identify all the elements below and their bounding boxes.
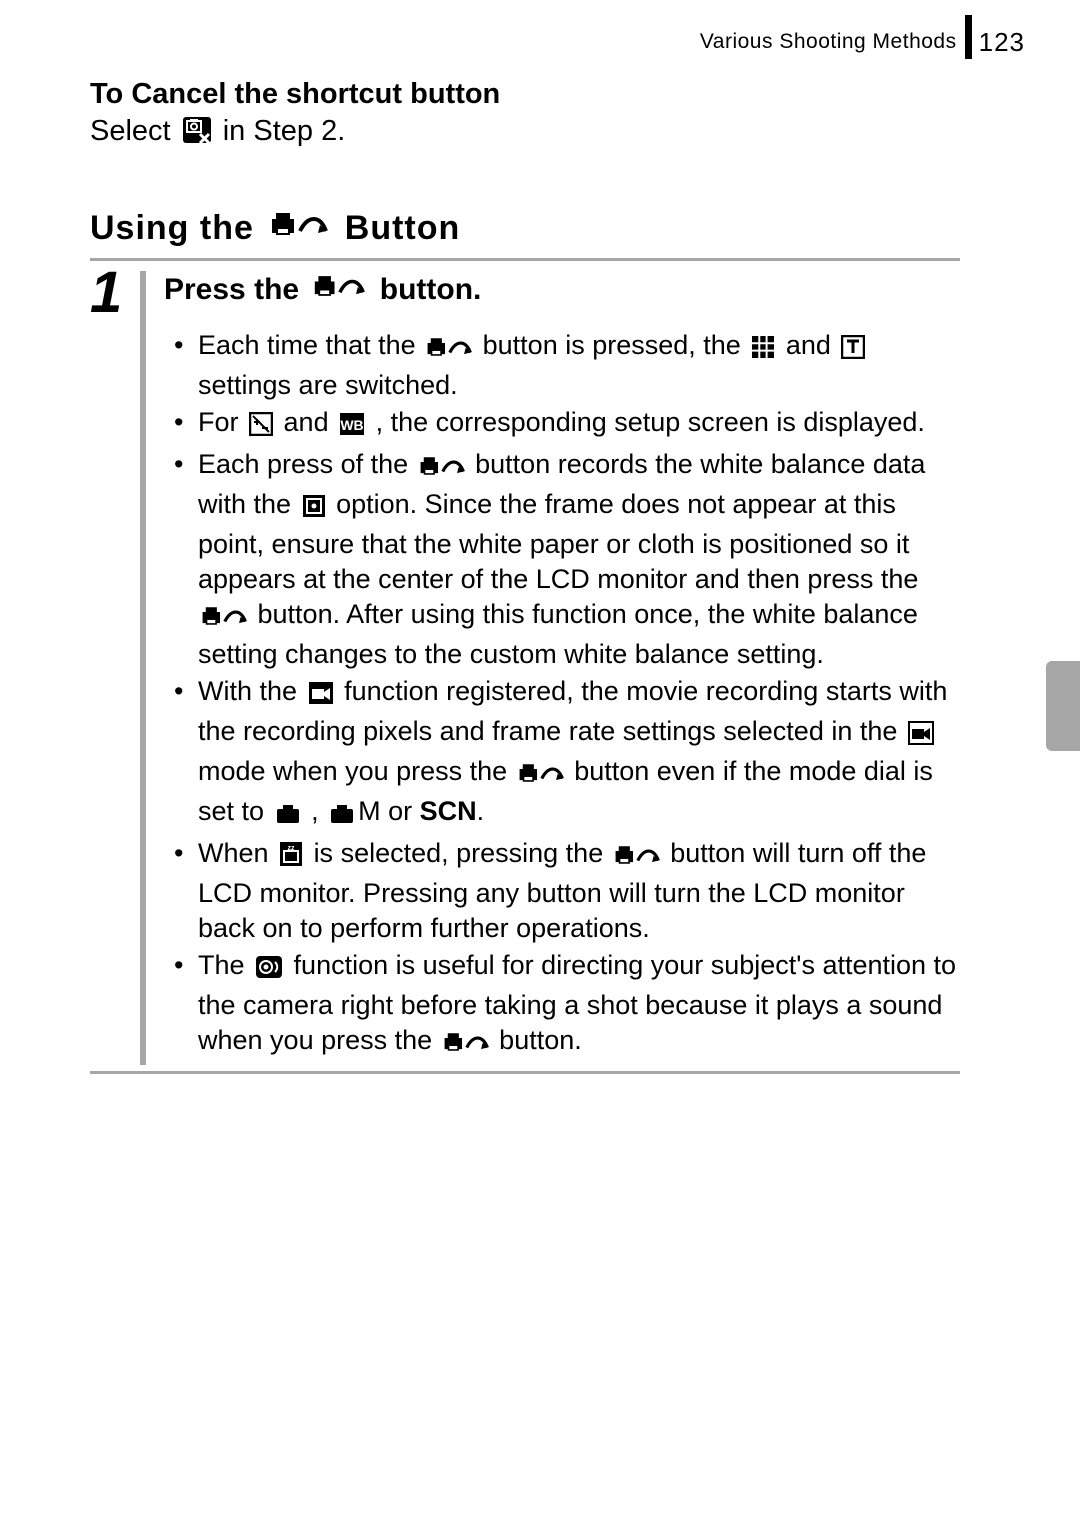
grid-icon: [751, 333, 775, 368]
step-bullets: Each time that the button is pressed, th…: [164, 328, 960, 1063]
section-title-row: Using the Button: [90, 209, 960, 248]
camera-auto-icon: [275, 799, 301, 834]
step-pre: Press the: [164, 273, 307, 307]
teleconverter-icon: [841, 333, 865, 368]
movie-icon: [308, 679, 334, 714]
section-tab: [1046, 661, 1080, 751]
print-share-icon: [426, 333, 472, 368]
cancel-text-prefix: Select: [90, 115, 179, 147]
svg-text:zz: zz: [288, 845, 296, 852]
step-number: 1: [90, 268, 140, 318]
exposure-comp-icon: [249, 410, 273, 445]
cancel-text-suffix: in Step 2.: [223, 115, 346, 147]
custom-wb-icon: [302, 492, 326, 527]
shortcut-off-icon: [182, 116, 212, 153]
page-header: Various Shooting Methods 123: [700, 20, 1025, 64]
sound-icon: [255, 953, 283, 988]
title-rule: [90, 258, 960, 261]
print-share-icon: [419, 452, 465, 487]
bullet-4: With the function registered, the movie …: [164, 674, 960, 834]
print-share-icon: [313, 272, 365, 308]
step-heading: Press the button.: [164, 271, 960, 314]
bullet-1: Each time that the button is pressed, th…: [164, 328, 960, 403]
bullet-2: For and WB , the corresponding setup scr…: [164, 405, 960, 445]
bullet-6: The function is useful for directing you…: [164, 948, 960, 1063]
section-title: Using the Button: [90, 209, 460, 248]
manual-page: Various Shooting Methods 123 To Cancel t…: [0, 0, 1080, 1521]
title-post: Button: [334, 209, 460, 248]
cancel-instruction: Select in Step 2.: [90, 113, 960, 153]
page-number: 123: [975, 27, 1025, 58]
bullet-5: When zz is selected, pressing the button…: [164, 836, 960, 946]
svg-text:WB: WB: [340, 417, 363, 433]
step-1: 1 Press the button.: [90, 271, 960, 1065]
print-share-icon: [443, 1028, 489, 1063]
white-balance-icon: WB: [339, 410, 365, 445]
movie-mode-icon: [908, 719, 934, 754]
cancel-heading: To Cancel the shortcut button: [90, 78, 960, 111]
display-off-icon: zz: [279, 841, 303, 876]
print-share-icon: [518, 759, 564, 794]
title-pre: Using the: [90, 209, 264, 248]
header-section-title: Various Shooting Methods: [700, 30, 965, 54]
step-number-col: 1: [90, 271, 140, 1065]
print-share-icon: [270, 209, 328, 248]
step-body: Press the button. Each time that the: [140, 271, 960, 1065]
camera-manual-icon: [329, 799, 355, 834]
scn-text: SCN: [420, 796, 477, 826]
bullet-3: Each press of the button records the whi…: [164, 447, 960, 672]
print-share-icon: [201, 602, 247, 637]
step-end-rule: [90, 1071, 960, 1074]
header-divider: [965, 15, 972, 59]
page-content: To Cancel the shortcut button Select in …: [90, 78, 960, 1082]
print-share-icon: [614, 841, 660, 876]
step-post: button.: [371, 273, 481, 307]
